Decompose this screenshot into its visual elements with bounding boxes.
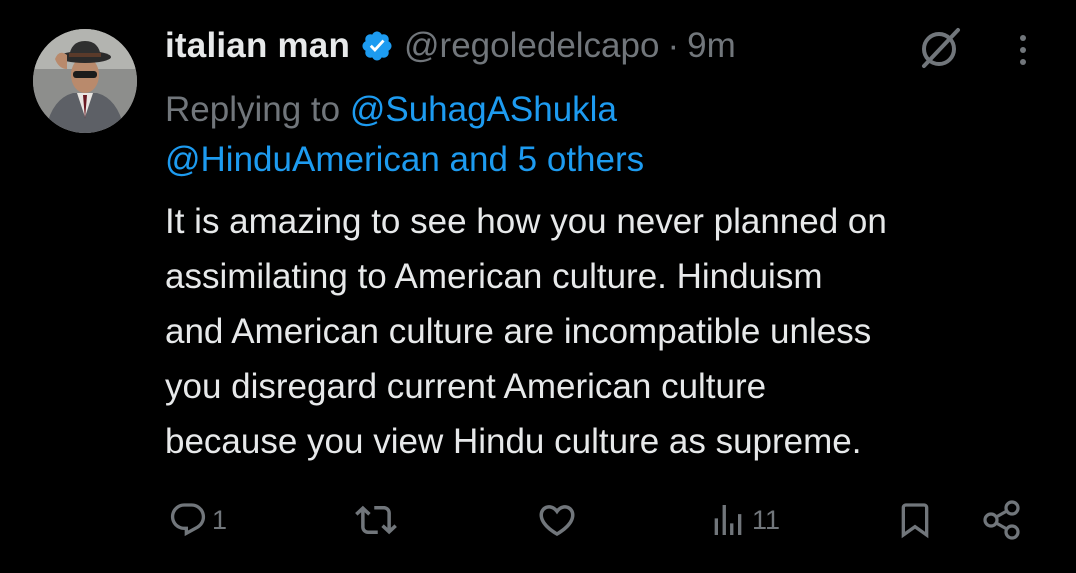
mention-link[interactable]: @SuhagAShukla: [350, 90, 617, 129]
views-icon: [714, 505, 742, 535]
share-icon: [983, 500, 1020, 540]
tweet-text-line: because you view Hindu culture as suprem…: [165, 422, 862, 461]
reply-icon: [170, 503, 206, 537]
reply-button[interactable]: 1: [168, 494, 227, 546]
timestamp[interactable]: 9m: [687, 26, 736, 66]
heart-icon: [539, 505, 575, 537]
tweet-text-line: you disregard current American culture: [165, 367, 767, 406]
like-button[interactable]: [536, 494, 582, 546]
user-handle[interactable]: @regoledelcapo: [404, 26, 659, 66]
views-count: 11: [752, 504, 781, 535]
action-bar: 1 11: [0, 494, 1076, 546]
retweet-button[interactable]: [355, 494, 401, 546]
bookmark-button[interactable]: [895, 494, 935, 546]
mention-link[interactable]: @HinduAmerican: [165, 140, 440, 179]
others-link[interactable]: 5 others: [518, 140, 644, 179]
share-button[interactable]: [980, 494, 1024, 546]
avatar[interactable]: [33, 29, 137, 133]
display-name[interactable]: italian man: [165, 26, 350, 66]
avatar-image: [33, 29, 137, 133]
tweet-text-line: and American culture are incompatible un…: [165, 312, 872, 351]
verified-badge-icon: [360, 29, 394, 63]
views-button[interactable]: 11: [708, 494, 780, 546]
tweet-card[interactable]: italian man @regoledelcapo · 9m Replying…: [0, 0, 1076, 573]
more-icon[interactable]: [1013, 30, 1033, 70]
bookmark-icon: [901, 503, 929, 539]
tweet-header: italian man @regoledelcapo · 9m: [165, 22, 736, 70]
separator-dot: ·: [667, 26, 680, 65]
reply-count: 1: [212, 504, 228, 535]
tweet-text: It is amazing to see how you never plann…: [165, 194, 1060, 469]
and-label: and: [439, 140, 518, 179]
replying-to-continued: @HinduAmerican and 5 others: [165, 132, 644, 188]
replying-prefix: Replying to: [165, 90, 350, 129]
retweet-icon: [355, 505, 397, 535]
tweet-text-line: assimilating to American culture. Hindui…: [165, 257, 823, 296]
tweet-text-line: It is amazing to see how you never plann…: [165, 202, 887, 241]
replying-to: Replying to @SuhagAShukla: [165, 82, 617, 138]
grok-icon[interactable]: [918, 24, 964, 70]
